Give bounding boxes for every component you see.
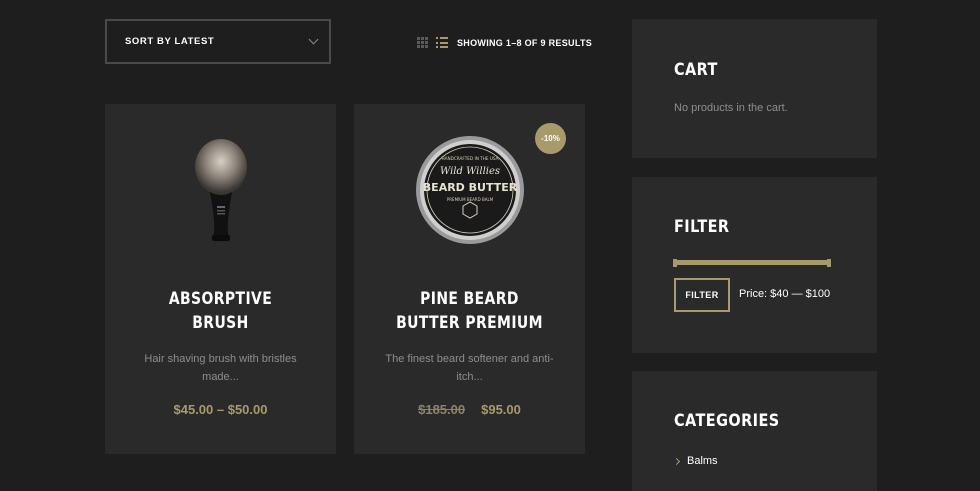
sort-label: SORT BY LATEST [125,36,215,47]
cart-widget: CART No products in the cart. [632,19,877,158]
view-toggle [417,37,448,48]
price-value: $45.00 – $50.00 [173,402,268,417]
grid-view-icon[interactable] [417,37,428,48]
chevron-down-icon [308,34,319,45]
tin-top-text: HANDCRAFTED IN THE USA [441,156,498,161]
price-range-text: Price: $40 — $100 [739,288,831,300]
product-price: $185.00 $95.00 [354,402,585,417]
slider-handle-max[interactable] [827,258,831,267]
sort-dropdown[interactable]: SORT BY LATEST [105,19,331,64]
shaving-brush-icon [194,139,247,241]
product-price: $45.00 – $50.00 [105,402,336,417]
category-label[interactable]: Balms [687,455,718,467]
price-slider[interactable] [673,258,831,267]
product-card[interactable]: -10% HANDCRAFTED IN THE USA Wild Willies… [354,104,585,454]
filter-button[interactable]: FILTER [674,278,730,312]
results-count: SHOWING 1–8 OF 9 RESULTS [457,38,593,48]
tin-name-text: BEARD BUTTER [422,181,517,194]
sale-badge: -10% [535,123,566,154]
price-value: $95.00 [481,402,521,417]
categories-widget: CATEGORIES Balms [632,371,877,491]
tin-brand-text: Wild Willies [439,166,499,177]
beard-butter-tin-icon: HANDCRAFTED IN THE USA Wild Willies BEAR… [415,136,524,244]
cart-title: CART [674,60,718,80]
category-item[interactable]: Balms [672,455,718,467]
old-price: $185.00 [418,402,466,417]
product-title[interactable]: ABSORPTIVE BRUSH [126,287,315,335]
cart-empty-text: No products in the cart. [674,102,788,114]
tin-sub-text: PREMIUM BEARD BALM [446,197,493,202]
filter-title: FILTER [674,217,730,237]
product-image[interactable] [186,134,256,249]
product-card[interactable]: ABSORPTIVE BRUSH Hair shaving brush with… [105,104,336,454]
slider-handle-min[interactable] [673,258,677,267]
categories-title: CATEGORIES [674,411,780,431]
chevron-right-icon [672,457,681,465]
product-description: The finest beard softener and anti-itch.… [385,353,554,383]
list-view-icon[interactable] [436,37,448,48]
product-image[interactable]: HANDCRAFTED IN THE USA Wild Willies BEAR… [414,134,526,251]
product-title[interactable]: PINE BEARD BUTTER PREMIUM [375,287,564,335]
filter-widget: FILTER FILTER Price: $40 — $100 [632,177,877,353]
product-description: Hair shaving brush with bristles made... [144,353,297,383]
